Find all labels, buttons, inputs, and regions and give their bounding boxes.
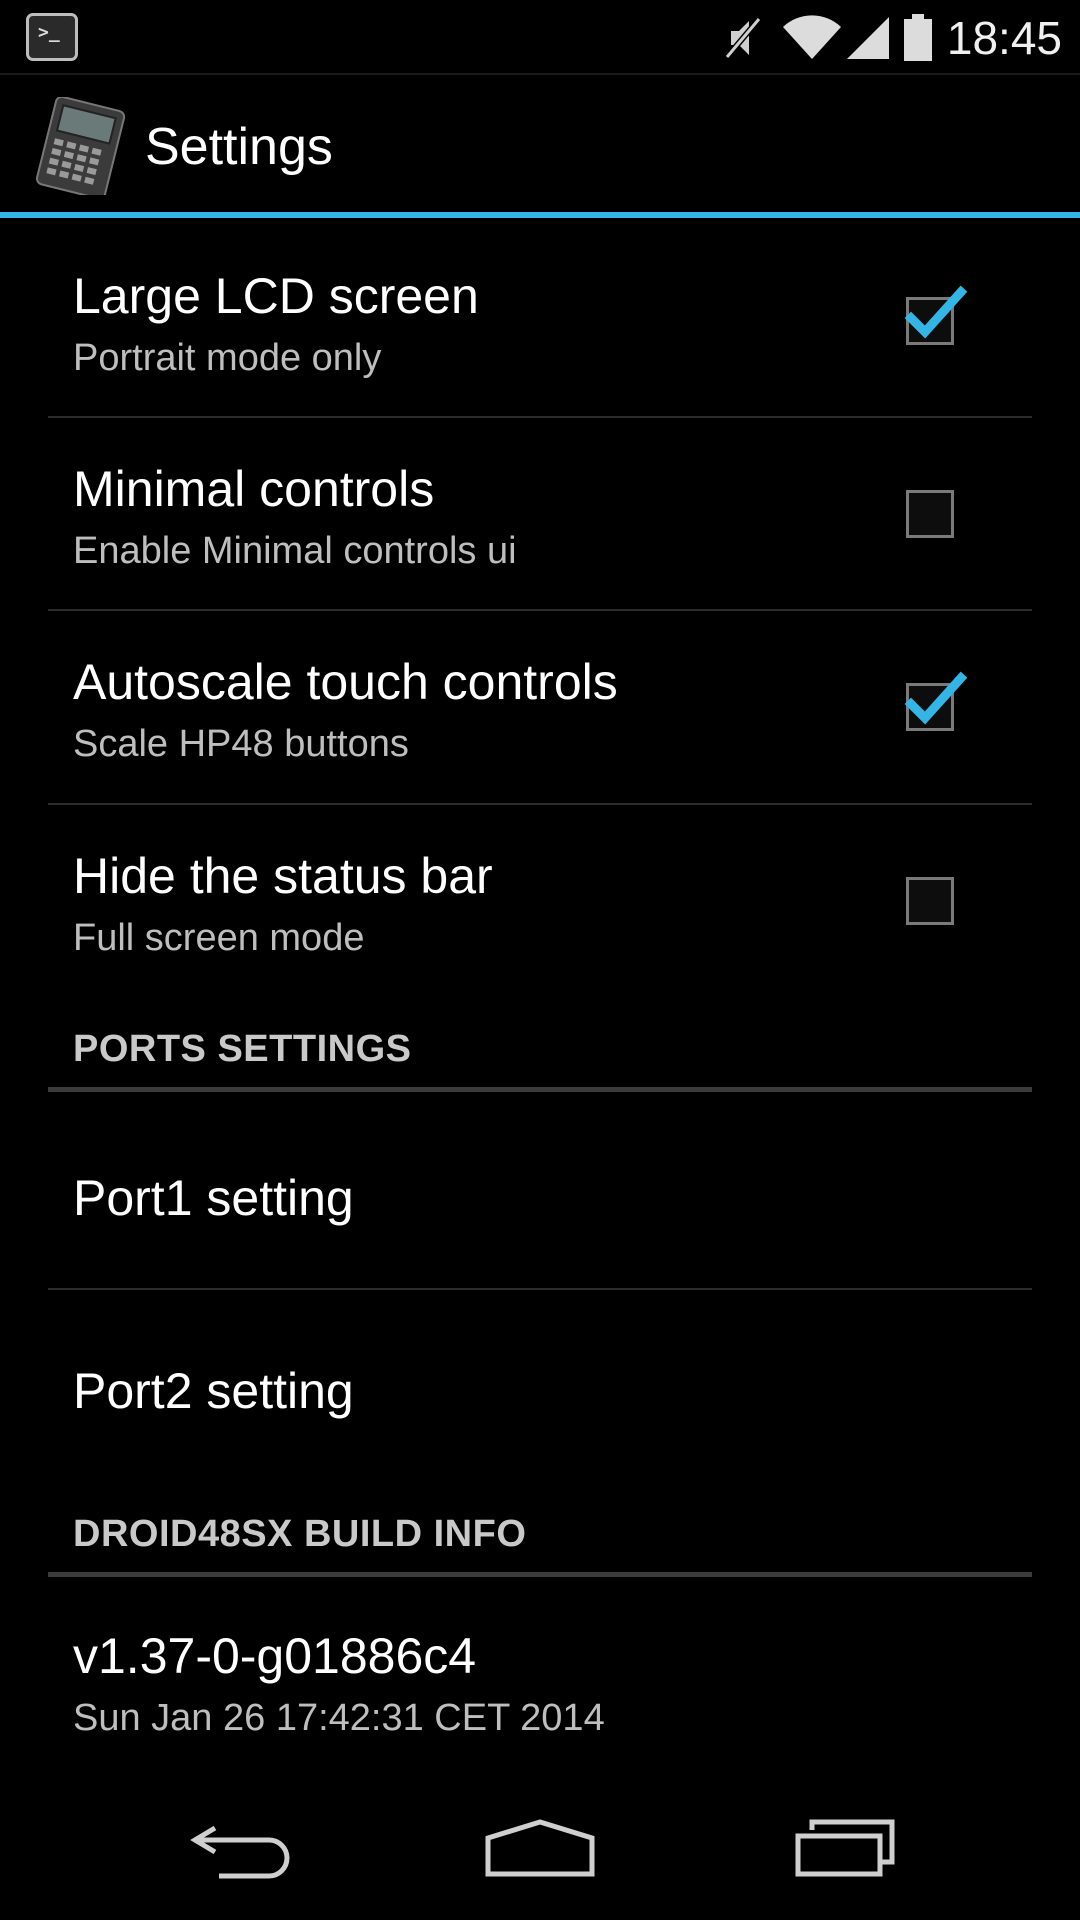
build-info-header: DROID48SX BUILD INFO	[48, 1513, 1032, 1577]
minimal-controls-checkbox[interactable]	[906, 490, 954, 538]
pref-title: Large LCD screen	[73, 268, 479, 324]
page-title: Settings	[145, 118, 333, 176]
back-icon	[190, 1825, 290, 1879]
wifi-icon	[782, 14, 841, 59]
clock: 18:45	[946, 11, 1062, 64]
signal-icon	[846, 16, 889, 59]
pref-build-info[interactable]: v1.37-0-g01886c4 Sun Jan 26 17:42:31 CET…	[48, 1582, 1032, 1772]
pref-title: Hide the status bar	[73, 848, 493, 904]
navigation-bar	[0, 1776, 1080, 1920]
recents-icon	[795, 1819, 895, 1877]
recents-button[interactable]	[745, 1776, 945, 1920]
pref-title: Port2 setting	[73, 1363, 354, 1419]
battery-icon	[903, 13, 932, 61]
pref-summary: Portrait mode only	[73, 337, 382, 379]
pref-autoscale-touch-controls[interactable]: Autoscale touch controls Scale HP48 butt…	[48, 611, 1032, 805]
pref-port1-setting[interactable]: Port1 setting	[48, 1097, 1032, 1290]
checkmark-icon	[904, 671, 967, 725]
status-icons: 18:45	[719, 0, 1062, 75]
pref-summary: Scale HP48 buttons	[73, 723, 409, 765]
category-label: PORTS SETTINGS	[73, 1028, 412, 1070]
build-version: v1.37-0-g01886c4	[73, 1628, 477, 1684]
home-icon	[485, 1819, 595, 1877]
settings-screen: >_ 18:45 Settings Large LCD screen Portr…	[0, 0, 1080, 1920]
hide-status-bar-checkbox[interactable]	[906, 877, 954, 925]
ports-settings-header: PORTS SETTINGS	[48, 1028, 1032, 1092]
status-bar: >_ 18:45	[0, 0, 1080, 75]
pref-port2-setting[interactable]: Port2 setting	[48, 1290, 1032, 1483]
checkmark-icon	[904, 285, 967, 339]
pref-title: Autoscale touch controls	[73, 654, 618, 710]
back-button[interactable]	[140, 1776, 340, 1920]
pref-title: Minimal controls	[73, 461, 435, 517]
large-lcd-checkbox[interactable]	[904, 285, 967, 345]
autoscale-checkbox[interactable]	[904, 671, 967, 731]
pref-summary: Full screen mode	[73, 917, 365, 959]
action-bar-underline	[0, 212, 1080, 218]
home-button[interactable]	[440, 1776, 640, 1920]
build-date: Sun Jan 26 17:42:31 CET 2014	[73, 1697, 605, 1739]
pref-hide-status-bar[interactable]: Hide the status bar Full screen mode	[48, 805, 1032, 995]
action-bar: Settings	[0, 77, 1080, 214]
pref-title: Port1 setting	[73, 1170, 354, 1226]
calculator-icon[interactable]	[32, 97, 132, 195]
pref-summary: Enable Minimal controls ui	[73, 530, 517, 572]
mute-icon	[724, 16, 762, 59]
pref-large-lcd-screen[interactable]: Large LCD screen Portrait mode only	[48, 225, 1032, 418]
pref-minimal-controls[interactable]: Minimal controls Enable Minimal controls…	[48, 418, 1032, 611]
terminal-icon: >_	[26, 13, 78, 61]
category-label: DROID48SX BUILD INFO	[73, 1513, 527, 1555]
